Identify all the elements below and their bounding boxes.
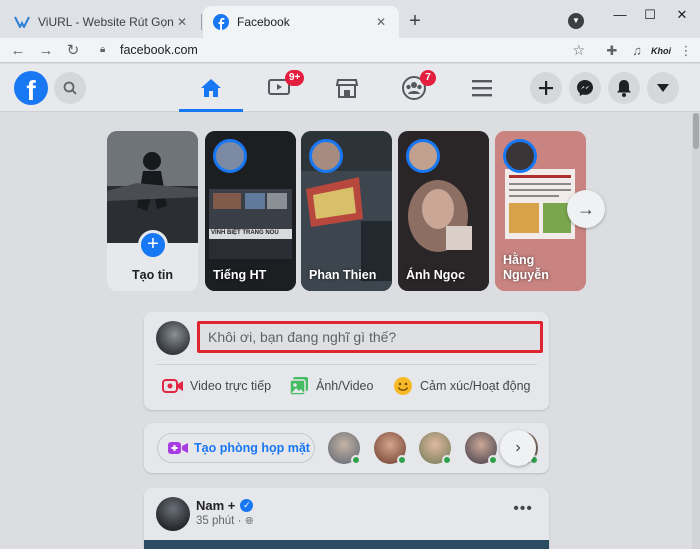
tab-viurl[interactable]: ViURL - Website Rút Gọn Link Miễn Phí ✕ xyxy=(4,6,200,38)
verified-check-icon: ✓ xyxy=(240,499,254,512)
tab-close-icon[interactable]: ✕ xyxy=(373,14,389,30)
browser-toolbar: ← → ↻ 🔒︎ facebook.com ☆ ✚ ♫ Khoi ⋮ xyxy=(0,38,700,63)
create-room-button[interactable]: Tạo phòng họp mặt xyxy=(157,433,315,463)
live-video-button[interactable]: Video trực tiếp xyxy=(162,374,271,398)
story-avatar xyxy=(406,139,440,173)
stories-next-arrow-icon[interactable]: → xyxy=(567,190,605,228)
story-author-name: Ánh Ngọc xyxy=(406,268,466,282)
create-story-card[interactable]: + Tạo tin xyxy=(107,131,198,291)
add-story-plus-icon[interactable]: + xyxy=(138,230,168,260)
tab-facebook[interactable]: Facebook ✕ xyxy=(203,6,399,38)
story-avatar xyxy=(213,139,247,173)
tab-search-icon[interactable]: ▼ xyxy=(568,13,584,29)
forward-arrow-icon[interactable]: → xyxy=(36,41,56,61)
account-chevron-down-icon[interactable] xyxy=(647,72,679,104)
create-plus-icon[interactable] xyxy=(530,72,562,104)
post-time-text: 35 phút · xyxy=(196,515,242,527)
create-room-label: Tạo phòng họp mặt xyxy=(194,441,310,455)
address-bar[interactable]: 🔒︎ facebook.com ☆ xyxy=(92,39,595,61)
minimize-icon[interactable]: — xyxy=(606,4,634,26)
nav-home-icon[interactable] xyxy=(179,74,243,112)
facebook-logo[interactable]: f xyxy=(14,71,48,105)
online-status-dot xyxy=(488,455,498,465)
post-media[interactable] xyxy=(144,540,549,549)
tab-close-icon[interactable]: ✕ xyxy=(174,14,190,30)
online-status-dot xyxy=(397,455,407,465)
story-author-name: Hằng Nguyễn xyxy=(503,253,549,282)
post-more-options-icon[interactable]: ••• xyxy=(513,500,533,518)
story-author-name: Tiếng HT xyxy=(213,268,267,282)
chrome-menu-icon[interactable]: ⋮ xyxy=(677,42,695,60)
browser-tab-strip: ViURL - Website Rút Gọn Link Miễn Phí ✕ … xyxy=(0,0,700,38)
story-card[interactable]: VĨNH BIỆT TRĂNG NOU Tiếng HT xyxy=(205,131,296,291)
post-composer: Khôi ơi, bạn đang nghĩ gì thế? Video trự… xyxy=(144,312,549,410)
extensions-puzzle-icon[interactable]: ✚ xyxy=(603,42,621,60)
whats-on-your-mind-input[interactable]: Khôi ơi, bạn đang nghĩ gì thế? xyxy=(197,321,543,353)
tab-separator xyxy=(201,14,202,30)
viurl-favicon-icon xyxy=(14,14,30,30)
story-card[interactable]: Ánh Ngọc xyxy=(398,131,489,291)
room-video-icon xyxy=(168,441,188,455)
photo-icon xyxy=(288,375,310,397)
online-status-dot xyxy=(442,455,452,465)
messenger-icon[interactable] xyxy=(569,72,601,104)
create-story-label: Tạo tin xyxy=(132,268,173,282)
photo-video-label: Ảnh/Video xyxy=(316,379,374,393)
profile-avatar[interactable]: Khoi xyxy=(651,42,671,60)
page-scrollbar[interactable] xyxy=(692,113,700,549)
rooms-next-chevron-icon[interactable]: › xyxy=(500,430,536,466)
contact-avatar[interactable] xyxy=(465,432,498,465)
composer-divider xyxy=(156,364,537,365)
back-arrow-icon[interactable]: ← xyxy=(8,41,28,61)
bookmark-star-icon[interactable]: ☆ xyxy=(572,42,585,59)
photo-video-button[interactable]: Ảnh/Video xyxy=(288,374,373,398)
story-avatar xyxy=(309,139,343,173)
live-video-label: Video trực tiếp xyxy=(190,379,272,393)
notifications-bell-icon[interactable] xyxy=(608,72,640,104)
reload-icon[interactable]: ↻ xyxy=(63,41,83,61)
facebook-header: f 9+ 7 xyxy=(0,64,700,112)
media-control-icon[interactable]: ♫ xyxy=(628,42,646,60)
story-card[interactable]: Phan Thien xyxy=(301,131,392,291)
post-author-text: Nam + xyxy=(196,498,236,513)
post-author-avatar[interactable] xyxy=(156,497,190,531)
scrollbar-thumb[interactable] xyxy=(693,113,699,149)
contact-avatar[interactable] xyxy=(328,432,361,465)
story-author-name: Phan Thien xyxy=(309,268,377,282)
create-story-photo xyxy=(107,131,198,243)
post-author-name[interactable]: Nam + ✓ xyxy=(196,498,254,513)
facebook-favicon-icon xyxy=(213,14,229,30)
watch-badge: 9+ xyxy=(285,70,305,86)
new-tab-button[interactable]: + xyxy=(405,11,425,31)
feeling-activity-label: Cảm xúc/Hoạt động xyxy=(420,379,531,393)
story-thumb-text: VĨNH BIỆT TRĂNG NOU xyxy=(211,230,279,236)
tab-title: ViURL - Website Rút Gọn Link Miễn Phí xyxy=(38,15,174,29)
nav-marketplace-icon[interactable] xyxy=(327,74,367,102)
user-avatar[interactable] xyxy=(156,321,190,355)
tab-title: Facebook xyxy=(237,15,290,29)
close-window-icon[interactable]: ✕ xyxy=(668,4,696,26)
contact-avatar[interactable] xyxy=(374,432,407,465)
nav-groups-icon[interactable]: 7 xyxy=(394,70,436,102)
address-url: facebook.com xyxy=(120,43,198,57)
nav-menu-icon[interactable] xyxy=(462,74,502,102)
lock-icon: 🔒︎ xyxy=(100,44,106,55)
contact-avatar[interactable] xyxy=(419,432,452,465)
feed-post: Nam + ✓ 35 phút · 🌐︎ ••• xyxy=(144,488,549,549)
nav-watch-icon[interactable]: 9+ xyxy=(259,70,305,102)
online-status-dot xyxy=(351,455,361,465)
post-timestamp[interactable]: 35 phút · 🌐︎ xyxy=(196,515,253,527)
search-icon[interactable] xyxy=(54,72,86,104)
public-globe-icon: 🌐︎ xyxy=(245,515,254,527)
story-avatar xyxy=(503,139,537,173)
maximize-icon[interactable]: ☐ xyxy=(636,4,664,26)
groups-badge: 7 xyxy=(420,70,436,86)
feeling-emoji-icon xyxy=(392,375,414,397)
live-video-icon xyxy=(162,375,184,397)
rooms-bar: Tạo phòng họp mặt › xyxy=(144,423,549,473)
feeling-activity-button[interactable]: Cảm xúc/Hoạt động xyxy=(392,374,530,398)
